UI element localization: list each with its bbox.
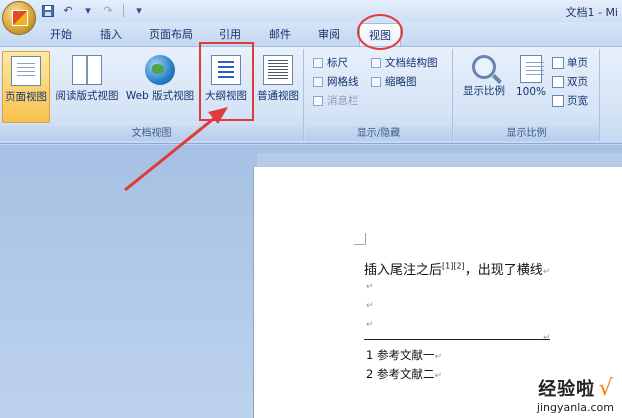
watermark-title: 经验啦 [538,379,596,400]
office-button[interactable] [2,1,36,35]
watermark-url: jingyanla.com [536,401,614,414]
watermark-check-icon: √ [598,376,613,401]
office-logo-icon [12,10,28,26]
watermark: 经验啦 √ jingyanla.com [537,375,614,414]
annotation-arrow [124,107,228,192]
